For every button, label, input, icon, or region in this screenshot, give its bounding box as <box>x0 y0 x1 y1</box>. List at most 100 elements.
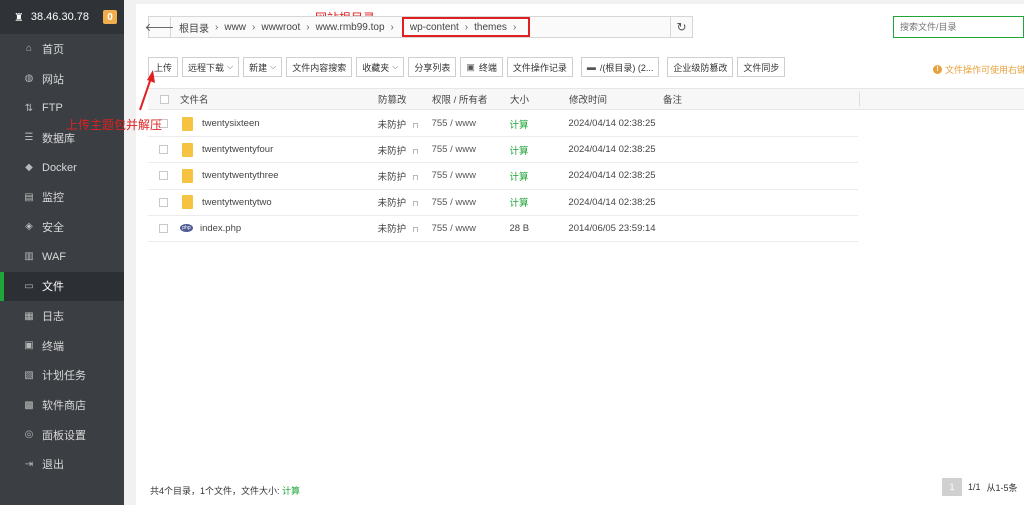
file-name-cell[interactable]: php index.php <box>179 223 378 234</box>
guard-cell: 未防护 ⊓ <box>378 221 432 235</box>
header-mtime[interactable]: 修改时间 <box>569 92 663 106</box>
page-current[interactable]: 1 <box>942 478 962 496</box>
search-input[interactable] <box>893 16 1024 38</box>
breadcrumb-item[interactable]: themes › <box>474 22 522 33</box>
sidebar-item-label: 安全 <box>42 221 64 234</box>
disk-button[interactable]: ▬/(根目录) (2... <box>580 57 660 77</box>
mtime-cell: 2024/04/14 02:38:25 <box>568 196 656 208</box>
sidebar-item[interactable]: ⇥ 退出 <box>0 450 124 480</box>
header-size[interactable]: 大小 <box>510 92 569 106</box>
file-name[interactable]: index.php <box>200 223 241 234</box>
size-cell[interactable]: 计算 <box>509 169 568 183</box>
sidebar-item[interactable]: ◆ Docker <box>0 153 124 183</box>
terminal-button[interactable]: ▣ 终端 <box>460 57 503 77</box>
unlock-icon[interactable]: ⊓ <box>412 147 418 156</box>
breadcrumb: 根目录 › www › wwwroot › www.rmb99.top › wp-content… <box>171 17 670 37</box>
breadcrumb-item[interactable]: www.rmb99.top › <box>316 22 400 33</box>
sidebar-item[interactable]: ▧ 计划任务 <box>0 361 124 391</box>
folder-icon <box>181 195 193 210</box>
unlock-icon[interactable]: ⊓ <box>412 199 418 208</box>
table-row[interactable]: twentysixteen 未防护 ⊓ 755 / www 计算 2024/04/14 0… <box>148 111 858 138</box>
guard-status: 未防护 <box>377 198 407 210</box>
size-cell[interactable]: 计算 <box>509 195 568 209</box>
sidebar-item[interactable]: ◍ 网站 <box>0 64 124 94</box>
file-name-cell[interactable]: twentytwentyfour <box>180 142 378 157</box>
breadcrumb-label: wwwroot <box>261 21 301 33</box>
sidebar-item[interactable]: ▦ 日志 <box>0 301 124 331</box>
chevron-down-icon: ⌵ <box>270 62 277 71</box>
sidebar-item-label: 文件 <box>42 281 64 294</box>
breadcrumb-item[interactable]: wwwroot › <box>261 22 315 33</box>
guard-status: 未防护 <box>377 145 407 157</box>
sidebar-item-label: 软件商店 <box>42 400 86 413</box>
permission-cell[interactable]: 755 / www <box>432 170 510 181</box>
disk-icon: ▬ <box>586 62 596 72</box>
cron-icon: ▧ <box>24 369 34 381</box>
sidebar-item-label: 首页 <box>42 43 64 56</box>
row-select-cell <box>148 197 180 207</box>
footer-calc-link[interactable]: 计算 <box>282 486 300 496</box>
file-name-cell[interactable]: twentytwentythree <box>180 168 378 183</box>
new-button[interactable]: 新建 ⌵ <box>243 57 283 77</box>
size-cell[interactable]: 计算 <box>509 143 568 157</box>
unlock-icon[interactable]: ⊓ <box>412 225 418 234</box>
breadcrumb-item[interactable]: wp-content › <box>410 22 474 33</box>
file-name[interactable]: twentytwentyfour <box>202 144 273 155</box>
op-log-button[interactable]: 文件操作记录 <box>506 57 573 77</box>
logout-icon: ⇥ <box>24 458 34 470</box>
guard-cell: 未防护 ⊓ <box>378 195 432 209</box>
sidebar-item-label: 面板设置 <box>42 429 86 442</box>
globe-icon: ◍ <box>24 73 34 85</box>
sidebar-item[interactable]: ▤ 监控 <box>0 182 124 212</box>
row-checkbox[interactable] <box>159 197 169 207</box>
highlighted-path: wp-content › themes › <box>401 17 531 37</box>
sidebar-item-label: 计划任务 <box>42 370 86 383</box>
favorites-label: 收藏夹 <box>362 62 390 73</box>
row-checkbox[interactable] <box>159 223 169 233</box>
sidebar-item[interactable]: ▩ 软件商店 <box>0 390 124 420</box>
file-name[interactable]: twentytwentytwo <box>202 197 272 208</box>
sidebar-item[interactable]: ⌂ 首页 <box>0 34 124 64</box>
sidebar-item[interactable]: ◈ 安全 <box>0 212 124 242</box>
pagination: 1 1/1 从1-5条 <box>942 478 1018 496</box>
notification-badge[interactable]: 0 <box>103 10 117 24</box>
file-name[interactable]: twentytwentythree <box>202 170 279 181</box>
favorites-button[interactable]: 收藏夹 ⌵ <box>356 57 405 77</box>
content-search-button[interactable]: 文件内容搜索 <box>286 57 353 77</box>
sidebar-item[interactable]: ▥ WAF <box>0 242 124 272</box>
share-list-button[interactable]: 分享列表 <box>408 57 457 77</box>
unlock-icon[interactable]: ⊓ <box>412 173 418 182</box>
tamper-button[interactable]: 企业级防篡改 <box>667 57 734 77</box>
table-row[interactable]: php index.php 未防护 ⊓ 755 / www 28 B 2014/06/05 … <box>148 216 858 242</box>
table-row[interactable]: twentytwentythree 未防护 ⊓ 755 / www 计算 2024/04/… <box>148 163 858 190</box>
permission-cell[interactable]: 755 / www <box>432 197 510 208</box>
table-row[interactable]: twentytwentyfour 未防护 ⊓ 755 / www 计算 2024/04/1… <box>148 137 858 164</box>
right-click-tip: ! 文件操作可使用右键 <box>933 63 1024 76</box>
unlock-icon[interactable]: ⊓ <box>412 121 418 130</box>
terminal-label: 终端 <box>478 62 497 73</box>
table-header: 文件名 防篡改 权限 / 所有者 大小 修改时间 备注 <box>148 88 1024 110</box>
back-arrow-icon[interactable]: 🡐 <box>145 17 174 37</box>
sidebar-item[interactable]: ◎ 面板设置 <box>0 420 124 450</box>
header-name[interactable]: 文件名 <box>180 92 378 106</box>
remote-download-button[interactable]: 远程下载 ⌵ <box>182 57 240 77</box>
sidebar-item[interactable]: ▭ 文件 <box>0 271 124 302</box>
refresh-icon[interactable]: ↻ <box>670 17 692 37</box>
header-perm: 权限 / 所有者 <box>432 95 488 106</box>
file-name[interactable]: twentysixteen <box>202 118 260 129</box>
file-sync-button[interactable]: 文件同步 <box>737 57 786 77</box>
breadcrumb-item[interactable]: 根目录 › <box>179 20 224 35</box>
permission-cell[interactable]: 755 / www <box>432 223 510 234</box>
guard-cell: 未防护 ⊓ <box>378 143 432 157</box>
file-name-cell[interactable]: twentysixteen <box>180 116 378 131</box>
share-list-label: 分享列表 <box>414 62 451 73</box>
permission-cell[interactable]: 755 / www <box>432 144 510 155</box>
server-header[interactable]: ♜ 38.46.30.78 0 <box>0 0 124 34</box>
sidebar-item[interactable]: ▣ 终端 <box>0 331 124 361</box>
folder-icon <box>181 116 193 131</box>
breadcrumb-item[interactable]: www › <box>224 22 261 33</box>
file-name-cell[interactable]: twentytwentytwo <box>180 195 378 210</box>
permission-cell[interactable]: 755 / www <box>432 118 510 129</box>
size-cell[interactable]: 计算 <box>509 117 568 131</box>
table-row[interactable]: twentytwentytwo 未防护 ⊓ 755 / www 计算 2024/04/14… <box>148 190 858 216</box>
